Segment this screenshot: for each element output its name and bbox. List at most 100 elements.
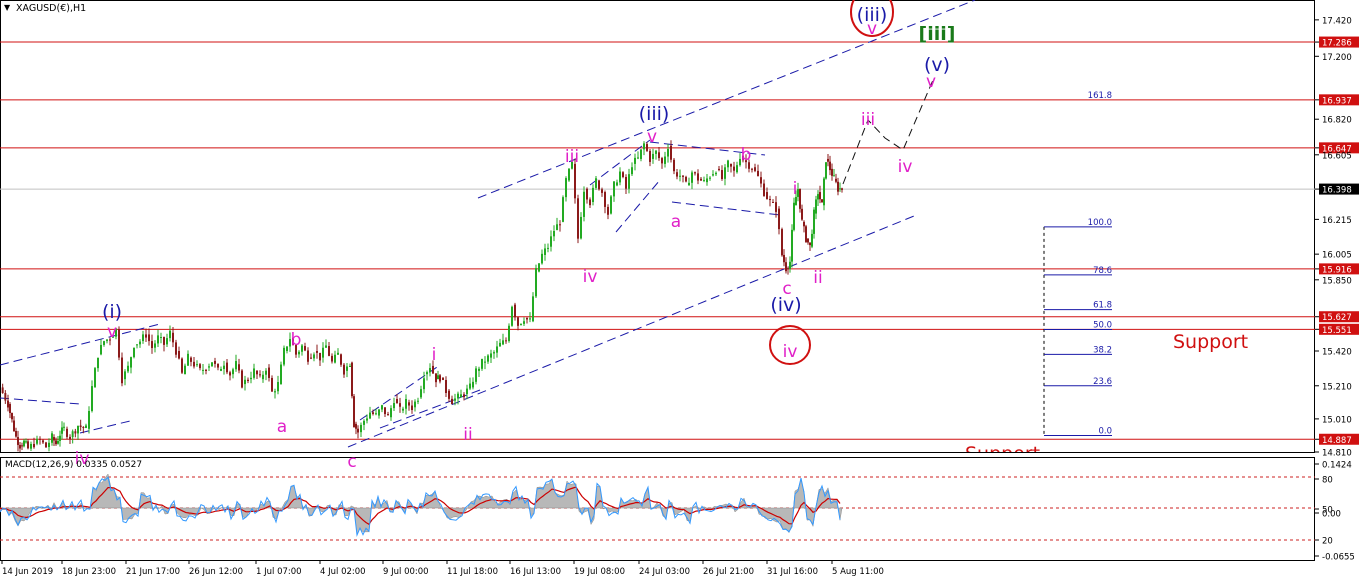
time-tick-label: 16 Jul 13:00 [510,567,561,577]
candle-body [472,381,474,388]
candle-body [19,444,21,449]
candle-body [775,202,777,212]
price-axis: 17.42017.28617.20016.93716.82016.64716.6… [1315,16,1359,459]
candle-body [372,412,374,414]
price-tick-label: 17.200 [1322,53,1352,63]
candle-body [493,352,495,354]
candle-body [613,181,615,197]
candle-body [265,370,267,375]
candle-body [353,396,355,428]
candle-body [85,425,87,428]
time-tick-label: 5 Aug 11:00 [832,567,884,577]
candle-body [7,400,9,408]
candle-body [11,413,13,420]
candle-body [256,370,258,375]
candle-body [785,262,787,272]
wave-labels: (i)vivbaciiiiiiiv(iii)vabc(iv)iiiiiiiv(v… [75,0,956,472]
trend-line-2 [0,397,81,405]
price-tick-label: 17.420 [1322,16,1352,26]
candle-body [445,379,447,394]
candle-body [142,334,144,342]
wave-label: iv [898,157,913,177]
candle-body [478,368,480,371]
price-tick-label: 15.010 [1322,415,1352,425]
candle-body [166,338,168,345]
candle-body [232,369,234,375]
chart-stage: 161.8 100.0 78.6 61.8 50.0 38.2 23.6 0.0 (i) v iv… [0,0,1361,583]
time-axis: 14 Jun 2019 18 Jun 23:00 21 Jun 17:00 26 Ju… [1,560,884,577]
trend-channels [0,0,976,448]
time-tick-label: 26 Jun 12:00 [189,567,243,577]
candle-body [616,182,618,186]
candle-body [133,347,135,358]
candle-body [277,382,279,392]
candle-body [568,168,570,181]
candle-body [91,386,93,411]
fib-level-label-61.8: 61.8 [1093,301,1112,311]
candle-body [355,423,357,429]
candle-body [841,188,843,190]
candle-body [17,437,19,445]
candle-body [505,340,507,342]
candle-body [151,341,153,349]
price-tag: 14.887 [1322,436,1352,446]
wave-label: i [793,179,798,199]
candle-body [469,383,471,389]
wave-label: i [432,345,437,365]
candle-body [448,390,450,399]
dropdown-arrow-icon[interactable]: ▼ [4,3,11,12]
candle-body [48,442,50,448]
candle-body [529,318,531,320]
macd-tick-label: 0.00 [1322,510,1341,520]
candle-body [118,329,120,358]
candle-body [205,369,207,371]
wave-label: [iii] [919,23,956,45]
candle-body [100,344,102,355]
candle-body [640,149,642,159]
wave-label: (i) [102,301,122,323]
candle-body [381,405,383,410]
candle-body [172,332,174,343]
candle-body [316,351,318,353]
candle-body [538,263,540,272]
candle-body [727,160,729,168]
candle-body [589,199,591,206]
macd-tick-label: 80 [1322,476,1333,486]
candle-body [631,167,633,175]
candle-body [565,178,567,198]
candle-body [697,173,699,181]
candle-body [733,166,735,171]
candle-body [583,191,585,217]
candle-body [502,340,504,345]
candle-body [226,362,228,373]
candle-body [349,365,351,367]
candle-body [55,440,57,445]
candle-body [688,182,690,186]
candle-body [831,168,833,176]
wave-label: v [647,127,657,147]
wave-label: v [107,322,117,342]
candle-body [259,374,261,376]
candle-body [343,364,345,375]
candle-body [751,168,753,170]
candle-body [57,440,59,444]
candle-body [805,226,807,242]
time-tick-label: 14 Jun 2019 [2,567,53,577]
candle-body [310,357,312,359]
price-tag: 15.551 [1322,326,1352,336]
price-tag: 15.627 [1322,313,1352,323]
time-tick-label: 4 Jul 02:00 [320,567,366,577]
candle-body [694,172,696,174]
candle-body [411,405,413,411]
candle-body [33,443,35,448]
candle-body [423,378,425,390]
wave-label: iii [861,110,875,130]
price-chart[interactable]: 161.8100.078.661.850.038.223.60.0 (i)viv… [0,0,1361,583]
candle-body [283,347,285,365]
candle-body [307,350,309,362]
macd-axis: 0.142480500.0020-0.0655 [1315,461,1355,563]
candle-body [298,351,300,355]
candle-body [607,206,609,215]
candle-body [145,334,147,338]
candle-body [676,172,678,177]
